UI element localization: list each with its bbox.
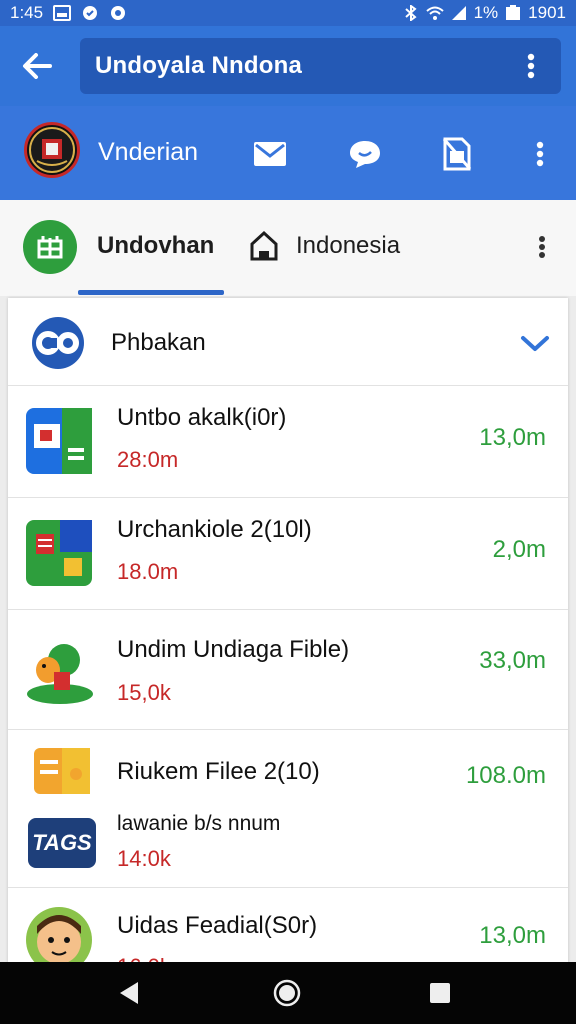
item-size: 2,0m — [492, 536, 546, 563]
status-time: 1:45 — [10, 3, 44, 22]
item-name: Riukem Filee 2(10) — [117, 758, 320, 785]
back-button[interactable] — [0, 26, 74, 106]
app-bar-more-button[interactable] — [511, 46, 551, 86]
settings-icon — [111, 6, 126, 20]
list-item[interactable]: Urchankiole 2(10l) 18.0m 2,0m — [8, 498, 568, 610]
list-item[interactable]: Undim Undiaga Fible) 15,0k 33,0m — [8, 610, 568, 730]
nav-recents-button[interactable] — [423, 976, 457, 1010]
title-search-box[interactable]: Undoyala Nndona — [80, 38, 561, 94]
item-name: Uidas Feadial(S0r) — [117, 912, 318, 939]
account-more-button[interactable] — [518, 132, 562, 176]
more-vertical-icon — [539, 236, 545, 258]
item-extra: lawanie b/s nnum — [117, 812, 281, 835]
item-sub: 18.0m — [117, 559, 179, 584]
tags-badge-text: TAGS — [32, 830, 92, 855]
status-bar: 1:45 1% 1901 — [0, 0, 576, 26]
arrow-left-icon — [23, 53, 52, 79]
nav-back-button[interactable] — [112, 976, 146, 1010]
tab-bar: Undovhan Indonesia — [0, 200, 576, 296]
chat-icon — [350, 141, 380, 168]
item-name: Urchankiole 2(10l) — [117, 516, 312, 543]
back-triangle-icon — [120, 982, 138, 1004]
item-sub: 14:0k — [117, 846, 171, 871]
signal-icon — [451, 6, 466, 20]
card-title: Phbakan — [111, 329, 206, 356]
chat-button[interactable] — [343, 132, 387, 176]
list-card: Phbakan Untbo akalk(i0r) 28:0m 13,0m Urc… — [8, 298, 568, 978]
docs-app-icon — [26, 408, 92, 474]
avatar-logo[interactable] — [24, 122, 80, 178]
tab-undovhan-icon[interactable] — [23, 220, 77, 274]
battery-icon — [506, 5, 521, 20]
item-size: 13,0m — [479, 922, 546, 949]
account-bar: Vnderian — [0, 106, 576, 200]
tab-more-button[interactable] — [522, 227, 562, 267]
green-app-icon — [37, 236, 63, 259]
mail-icon — [254, 142, 286, 166]
app-bar-title: Undoyala Nndona — [95, 52, 303, 79]
seal-emblem-icon — [29, 127, 75, 173]
chevron-down-icon[interactable] — [518, 328, 552, 358]
home-circle-icon — [273, 979, 301, 1007]
mail-button[interactable] — [248, 132, 292, 176]
spreadsheet-app-icon — [26, 520, 92, 586]
status-clock: 1901 — [528, 3, 566, 22]
more-vertical-icon — [527, 53, 535, 79]
card-header[interactable]: Phbakan — [8, 298, 568, 386]
no-sim-button[interactable] — [435, 132, 479, 176]
bluetooth-icon — [404, 5, 417, 21]
list-item[interactable]: TAGS Riukem Filee 2(10) lawanie b/s nnum… — [8, 730, 568, 888]
image-icon — [53, 5, 72, 21]
battery-percent: 1% — [473, 3, 499, 22]
recents-square-icon — [430, 983, 450, 1003]
no-sim-icon — [442, 137, 472, 171]
item-name: Undim Undiaga Fible) — [117, 636, 350, 663]
item-sub: 15,0k — [117, 680, 171, 705]
home-icon[interactable] — [248, 229, 280, 263]
item-size: 33,0m — [479, 647, 546, 674]
account-name: Vnderian — [98, 138, 199, 166]
active-tab-indicator — [78, 290, 224, 295]
list-item[interactable]: Untbo akalk(i0r) 28:0m 13,0m — [8, 386, 568, 498]
shield-icon — [83, 6, 98, 20]
cartoon-character-icon — [27, 644, 93, 704]
wifi-icon — [425, 6, 444, 20]
item-size: 108.0m — [465, 762, 546, 789]
co-logo-icon — [32, 317, 84, 369]
nav-home-button[interactable] — [270, 976, 304, 1010]
folder-app-icon — [34, 748, 90, 794]
tab-undovhan[interactable]: Undovhan — [97, 232, 214, 260]
item-name: Untbo akalk(i0r) — [117, 404, 287, 431]
tab-indonesia[interactable]: Indonesia — [296, 232, 400, 260]
item-size: 13,0m — [479, 424, 546, 451]
system-nav-bar — [0, 962, 576, 1024]
app-bar: Undoyala Nndona — [0, 26, 576, 106]
item-sub: 28:0m — [117, 447, 179, 472]
tags-badge-icon: TAGS — [28, 818, 96, 868]
more-vertical-icon — [536, 141, 544, 167]
